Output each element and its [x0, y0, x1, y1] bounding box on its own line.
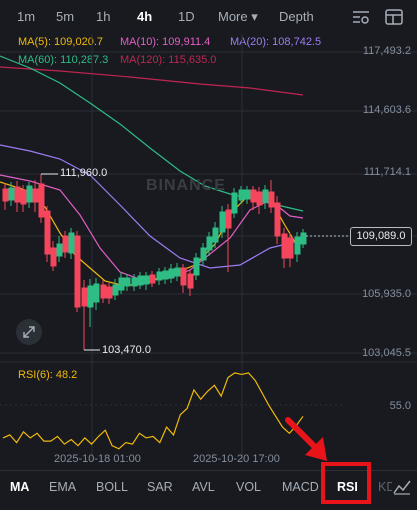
tab-more[interactable]: More ▾ — [218, 9, 258, 25]
candle — [38, 174, 45, 223]
indicator-boll[interactable]: BOLL — [96, 480, 128, 494]
last-price-tag: 109,089.0 — [350, 227, 412, 246]
candle — [50, 241, 57, 271]
candle — [231, 188, 238, 218]
tab-4h[interactable]: 4h — [137, 9, 152, 24]
candle — [26, 182, 33, 208]
rsi-highlight-box — [321, 462, 371, 504]
candle — [68, 228, 75, 259]
candle — [74, 231, 81, 312]
candle — [294, 232, 301, 262]
candle — [100, 280, 107, 303]
indicator-ema[interactable]: EMA — [49, 480, 76, 494]
candle — [212, 222, 219, 248]
candle — [274, 196, 281, 244]
layout-icon[interactable] — [384, 8, 404, 26]
candle — [262, 185, 269, 209]
candle — [300, 229, 307, 248]
tab-1m[interactable]: 1m — [17, 9, 35, 24]
candle — [250, 186, 257, 210]
candle — [124, 274, 131, 291]
candle — [143, 272, 150, 290]
expand-icon — [23, 326, 35, 338]
indicator-ma[interactable]: MA — [10, 480, 29, 494]
candle — [256, 187, 263, 214]
candle — [106, 283, 113, 304]
candle — [32, 180, 39, 212]
tab-5m[interactable]: 5m — [56, 9, 74, 24]
rsi-legend: RSI(6): 48.2 — [18, 369, 78, 381]
candle — [162, 267, 169, 284]
price-axis-label: 103,045.5 — [362, 347, 411, 359]
candle — [281, 228, 288, 268]
candle — [81, 280, 88, 350]
rsi-line — [2, 372, 304, 450]
candle — [268, 180, 275, 213]
tab-depth[interactable]: Depth — [279, 9, 314, 24]
candle — [287, 233, 294, 267]
candle — [244, 186, 251, 204]
timeframe-bar: 1m 5m 1h 4h 1D More ▾ Depth — [0, 0, 417, 34]
price-axis-label: 114,603.6 — [362, 104, 411, 116]
candle — [180, 264, 187, 293]
price-axis-label: 105,935.0 — [362, 288, 411, 300]
price-chart[interactable] — [0, 34, 417, 470]
ma120-line — [0, 66, 304, 96]
watermark-logo: BINANCE — [146, 177, 226, 194]
candle — [193, 253, 200, 280]
candle — [56, 236, 63, 262]
candle — [44, 206, 51, 262]
indicator-avl[interactable]: AVL — [192, 480, 215, 494]
price-axis-label: 111,714.1 — [363, 166, 411, 178]
candle — [187, 270, 194, 296]
candle — [62, 231, 69, 258]
tab-1d[interactable]: 1D — [178, 9, 195, 24]
fullscreen-button[interactable] — [16, 319, 42, 345]
candle — [137, 272, 144, 289]
line-draw-icon[interactable] — [392, 478, 414, 498]
indicator-sar[interactable]: SAR — [147, 480, 173, 494]
price-axis-label: 117,493.2 — [362, 45, 411, 57]
candle — [174, 263, 181, 281]
candle — [2, 183, 9, 210]
indicator-vol[interactable]: VOL — [236, 480, 261, 494]
red-arrow-icon — [285, 417, 327, 461]
candle — [112, 279, 119, 300]
candle — [168, 264, 175, 283]
time-axis-label: 2025-10-20 17:00 — [193, 453, 280, 465]
candle — [14, 181, 21, 212]
low-annotation: 103,470.0 — [102, 344, 151, 356]
candles — [2, 174, 307, 350]
indicator-macd[interactable]: MACD — [282, 480, 319, 494]
candle — [156, 268, 163, 285]
time-axis-label: 2025-10-18 01:00 — [54, 453, 141, 465]
rsi-level-label: 55.0 — [389, 400, 411, 412]
candle — [200, 243, 207, 265]
chart-settings-icon[interactable] — [351, 8, 371, 26]
high-annotation: 111,960.0 — [60, 167, 108, 179]
candle — [118, 272, 125, 294]
tab-1h[interactable]: 1h — [96, 9, 110, 24]
candle — [149, 271, 156, 287]
candle — [93, 278, 100, 310]
